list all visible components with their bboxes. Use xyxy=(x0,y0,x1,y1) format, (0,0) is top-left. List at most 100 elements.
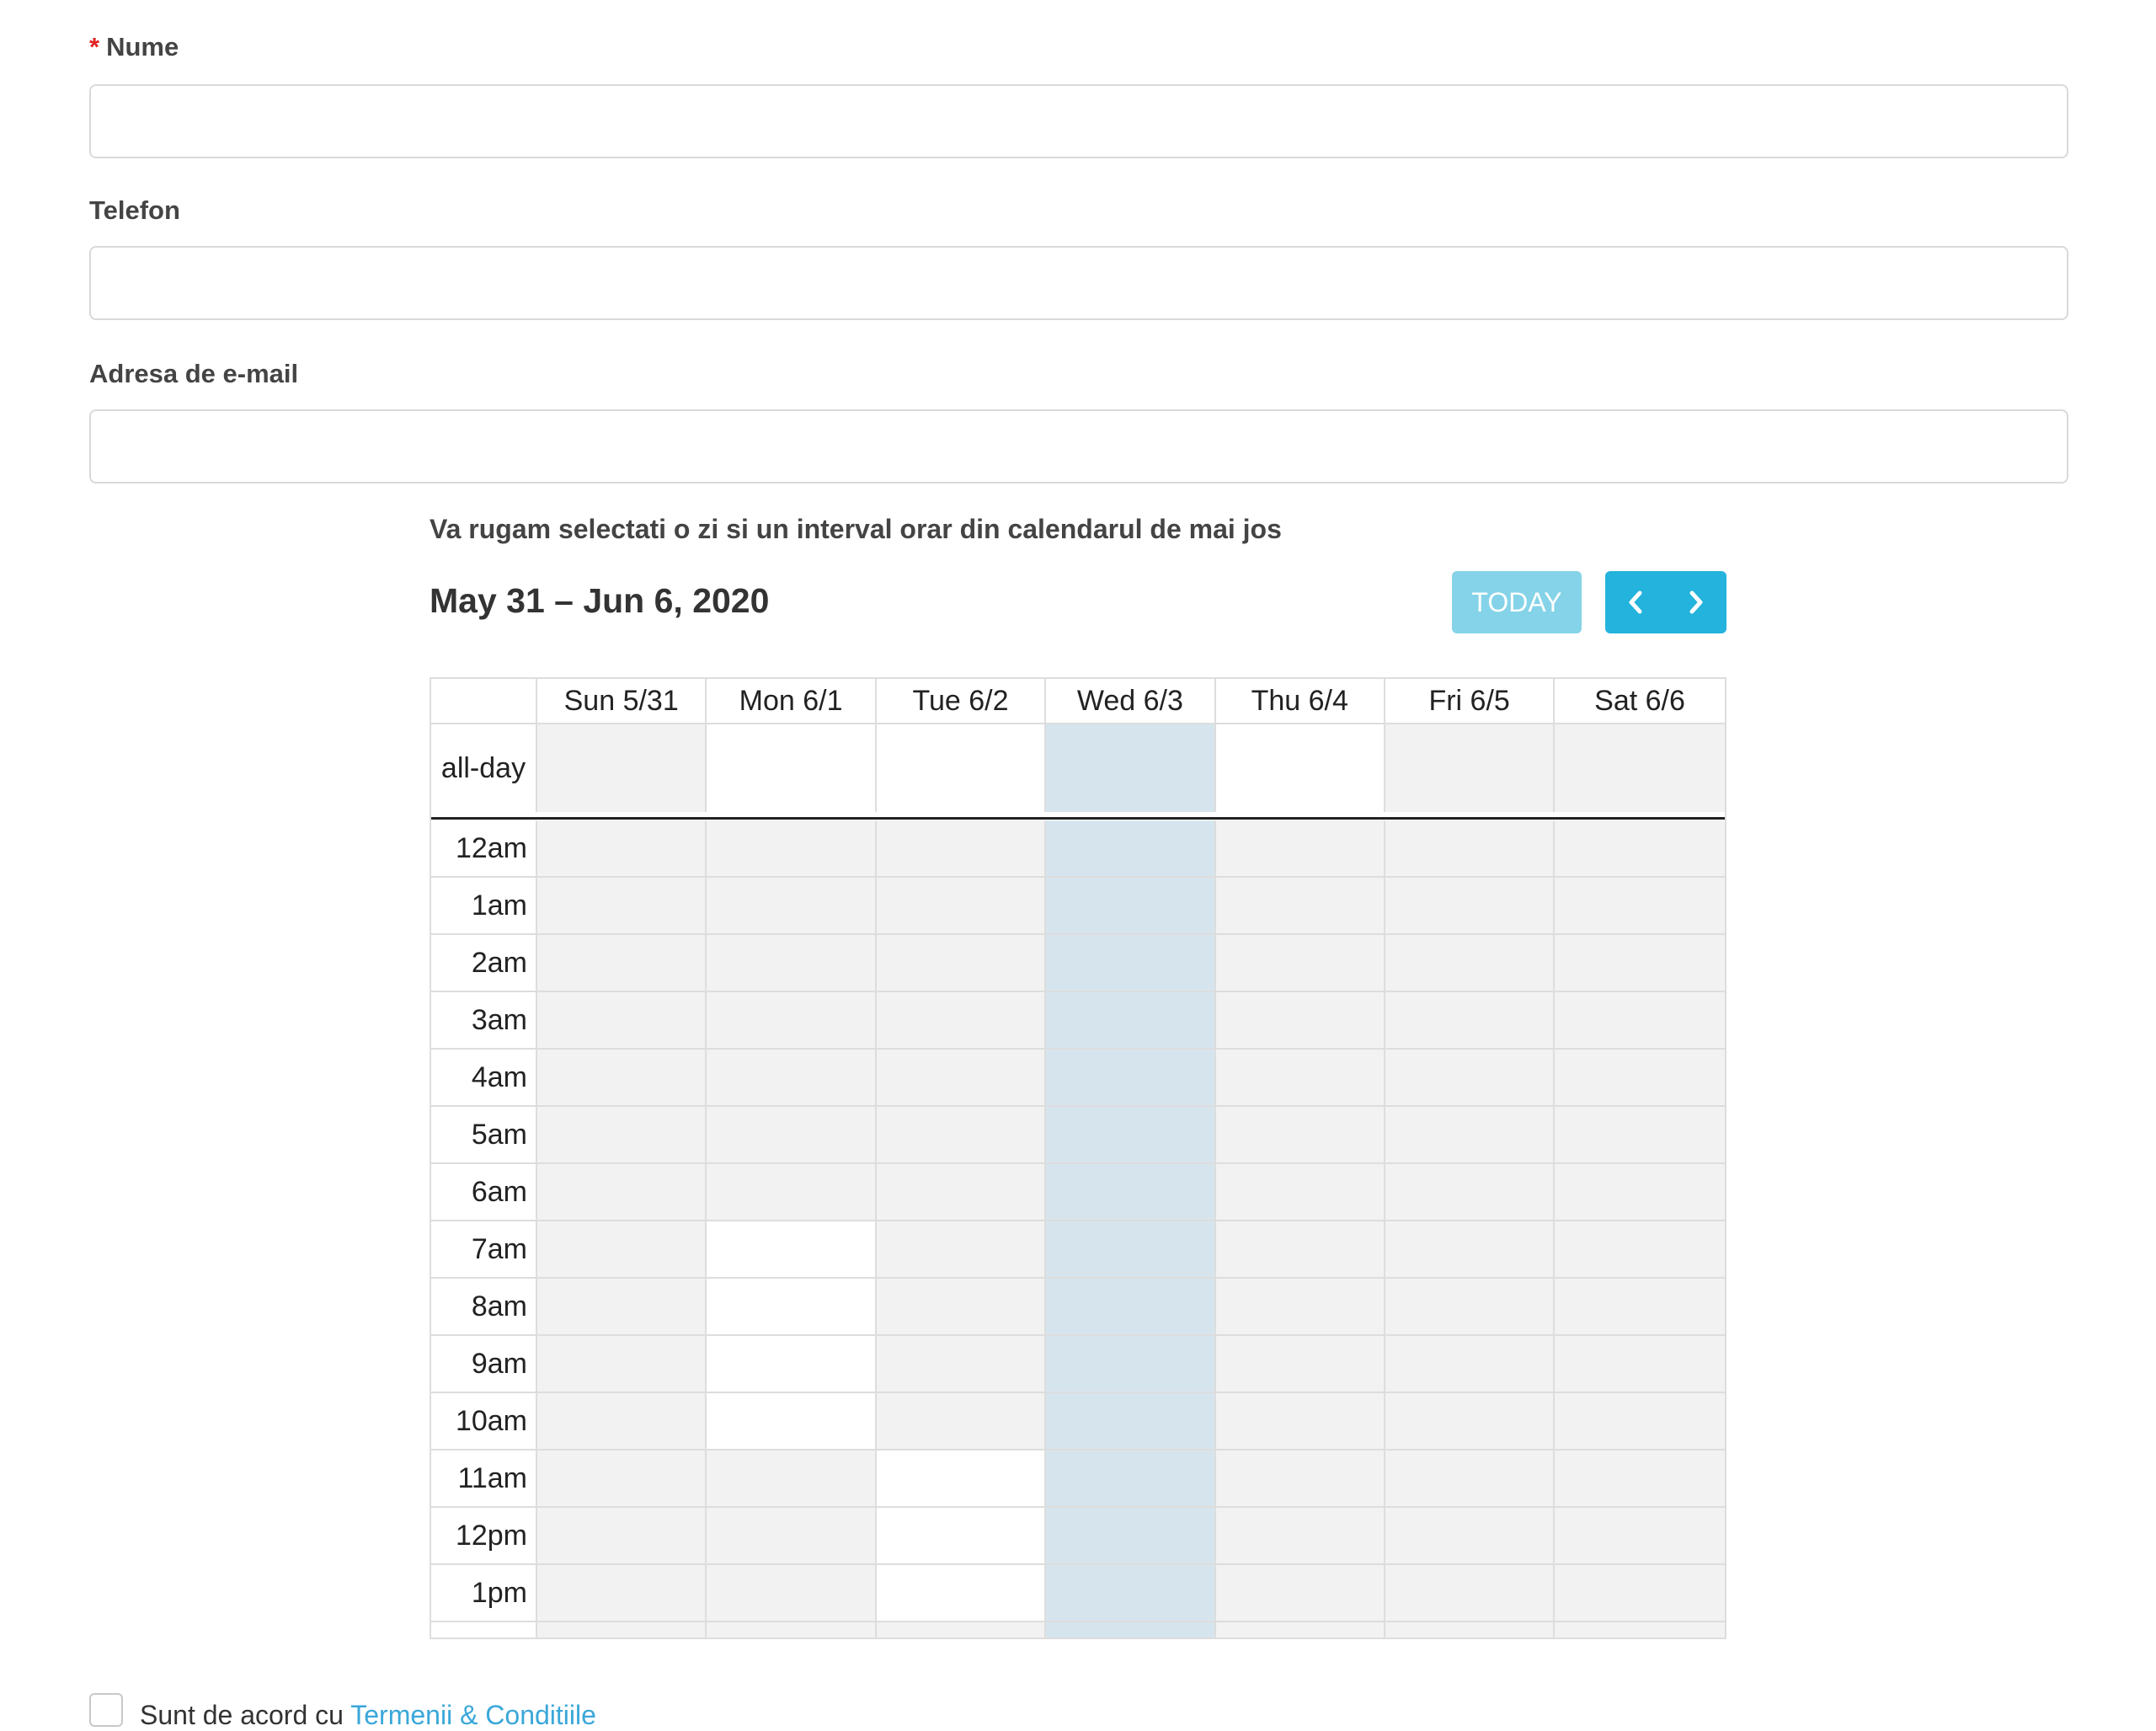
allday-cell-sat[interactable] xyxy=(1555,724,1725,812)
allday-cell-sun[interactable] xyxy=(537,724,707,812)
time-slot-thu[interactable] xyxy=(1215,1336,1385,1392)
time-slot-thu[interactable] xyxy=(1215,1451,1385,1506)
time-slot-sun[interactable] xyxy=(537,1279,707,1334)
time-slot-sat[interactable] xyxy=(1555,1508,1725,1563)
time-slot-sat[interactable] xyxy=(1555,1565,1725,1621)
time-slot-mon[interactable] xyxy=(707,1164,877,1220)
time-slot-tue[interactable] xyxy=(876,878,1047,933)
time-slot-tue[interactable] xyxy=(876,935,1047,991)
time-slot-sun[interactable] xyxy=(537,1393,707,1449)
time-slot-fri[interactable] xyxy=(1385,1164,1556,1220)
time-slot-sat[interactable] xyxy=(1555,1279,1725,1334)
time-slot-mon[interactable] xyxy=(707,820,877,876)
allday-cell-wed[interactable] xyxy=(1046,724,1216,812)
time-slot-mon[interactable] xyxy=(707,1221,877,1277)
time-slot-tue[interactable] xyxy=(876,1050,1047,1105)
time-slot-tue[interactable] xyxy=(876,992,1047,1048)
time-slot-fri[interactable] xyxy=(1385,1050,1556,1105)
time-slot-thu[interactable] xyxy=(1215,820,1385,876)
time-slot-sat[interactable] xyxy=(1555,1107,1725,1162)
time-slot-thu[interactable] xyxy=(1215,1164,1385,1220)
time-slot-sun[interactable] xyxy=(537,1622,707,1638)
time-slot-fri[interactable] xyxy=(1385,1221,1556,1277)
time-slot-thu[interactable] xyxy=(1215,1508,1385,1563)
phone-input[interactable] xyxy=(89,246,2068,320)
time-slot-sat[interactable] xyxy=(1555,1164,1725,1220)
time-slot-thu[interactable] xyxy=(1215,1565,1385,1621)
time-slot-sun[interactable] xyxy=(537,935,707,991)
time-slot-mon[interactable] xyxy=(707,1393,877,1449)
today-button[interactable]: TODAY xyxy=(1452,571,1582,633)
allday-cell-thu[interactable] xyxy=(1215,724,1385,812)
time-slot-wed[interactable] xyxy=(1046,992,1216,1048)
time-slot-tue[interactable] xyxy=(876,1164,1047,1220)
time-slot-fri[interactable] xyxy=(1385,1622,1556,1638)
time-slot-sun[interactable] xyxy=(537,1565,707,1621)
terms-link[interactable]: Termenii & Conditiile xyxy=(350,1700,596,1730)
time-slot-sun[interactable] xyxy=(537,1451,707,1506)
time-slot-mon[interactable] xyxy=(707,1107,877,1162)
time-slot-sun[interactable] xyxy=(537,1050,707,1105)
time-slot-sun[interactable] xyxy=(537,1221,707,1277)
time-slot-thu[interactable] xyxy=(1215,1622,1385,1638)
time-slot-mon[interactable] xyxy=(707,1565,877,1621)
time-slot-wed[interactable] xyxy=(1046,1107,1216,1162)
name-input[interactable] xyxy=(89,84,2068,158)
time-slot-wed[interactable] xyxy=(1046,820,1216,876)
time-slot-wed[interactable] xyxy=(1046,1508,1216,1563)
time-slot-sat[interactable] xyxy=(1555,1050,1725,1105)
time-slot-sun[interactable] xyxy=(537,820,707,876)
prev-week-button[interactable] xyxy=(1605,571,1666,633)
time-slot-mon[interactable] xyxy=(707,1508,877,1563)
time-slot-thu[interactable] xyxy=(1215,1221,1385,1277)
time-slot-fri[interactable] xyxy=(1385,878,1556,933)
time-slot-wed[interactable] xyxy=(1046,1050,1216,1105)
time-slot-thu[interactable] xyxy=(1215,1279,1385,1334)
time-slot-mon[interactable] xyxy=(707,1279,877,1334)
time-slot-fri[interactable] xyxy=(1385,1451,1556,1506)
time-slot-sun[interactable] xyxy=(537,1508,707,1563)
time-slot-wed[interactable] xyxy=(1046,1336,1216,1392)
time-slot-sun[interactable] xyxy=(537,878,707,933)
time-slot-tue[interactable] xyxy=(876,1451,1047,1506)
time-slot-mon[interactable] xyxy=(707,1050,877,1105)
time-slot-sat[interactable] xyxy=(1555,935,1725,991)
time-slot-mon[interactable] xyxy=(707,878,877,933)
time-slot-tue[interactable] xyxy=(876,820,1047,876)
time-slot-tue[interactable] xyxy=(876,1565,1047,1621)
time-slot-thu[interactable] xyxy=(1215,1393,1385,1449)
time-slot-tue[interactable] xyxy=(876,1622,1047,1638)
time-slot-tue[interactable] xyxy=(876,1221,1047,1277)
allday-cell-fri[interactable] xyxy=(1385,724,1556,812)
time-slot-wed[interactable] xyxy=(1046,1565,1216,1621)
time-slot-mon[interactable] xyxy=(707,992,877,1048)
time-slot-sun[interactable] xyxy=(537,1107,707,1162)
time-slot-sat[interactable] xyxy=(1555,820,1725,876)
time-slot-thu[interactable] xyxy=(1215,935,1385,991)
time-slot-fri[interactable] xyxy=(1385,820,1556,876)
time-slot-sat[interactable] xyxy=(1555,1336,1725,1392)
time-slot-mon[interactable] xyxy=(707,935,877,991)
next-week-button[interactable] xyxy=(1666,571,1726,633)
time-slot-tue[interactable] xyxy=(876,1336,1047,1392)
allday-cell-mon[interactable] xyxy=(707,724,877,812)
time-slot-fri[interactable] xyxy=(1385,1107,1556,1162)
time-slot-wed[interactable] xyxy=(1046,1164,1216,1220)
time-slot-sat[interactable] xyxy=(1555,992,1725,1048)
email-input[interactable] xyxy=(89,409,2068,484)
time-slot-thu[interactable] xyxy=(1215,1050,1385,1105)
time-slot-tue[interactable] xyxy=(876,1508,1047,1563)
time-slot-wed[interactable] xyxy=(1046,935,1216,991)
time-slot-sun[interactable] xyxy=(537,1336,707,1392)
time-slot-fri[interactable] xyxy=(1385,992,1556,1048)
time-slot-fri[interactable] xyxy=(1385,1279,1556,1334)
time-slot-tue[interactable] xyxy=(876,1393,1047,1449)
time-slot-mon[interactable] xyxy=(707,1622,877,1638)
time-slot-sun[interactable] xyxy=(537,1164,707,1220)
time-slot-thu[interactable] xyxy=(1215,1107,1385,1162)
time-slot-sat[interactable] xyxy=(1555,878,1725,933)
time-slot-wed[interactable] xyxy=(1046,1622,1216,1638)
time-slot-mon[interactable] xyxy=(707,1336,877,1392)
time-slot-sun[interactable] xyxy=(537,992,707,1048)
time-slot-wed[interactable] xyxy=(1046,878,1216,933)
